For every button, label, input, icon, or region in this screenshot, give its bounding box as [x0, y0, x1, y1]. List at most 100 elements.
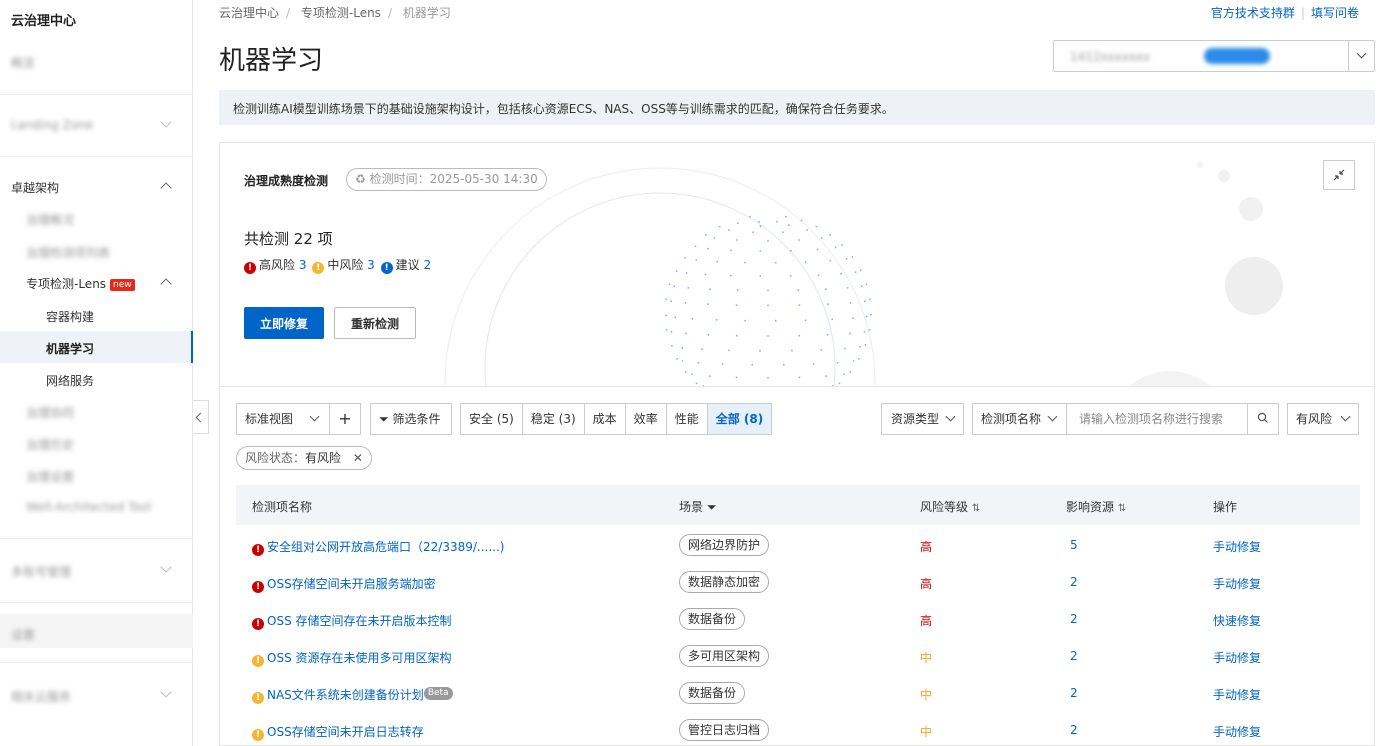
fix-now-button[interactable]: 立即修复	[244, 307, 324, 339]
check-item-link[interactable]: OSS存储空间未开启服务端加密	[267, 577, 436, 591]
sidebar-item-landing-zone[interactable]: Landing Zone	[11, 118, 93, 132]
risk-select[interactable]: 有风险	[1287, 403, 1359, 435]
action-link[interactable]: 快速修复	[1213, 612, 1261, 629]
sidebar-item-multi-account[interactable]: 多账号管理	[11, 563, 71, 580]
sidebar-item-ml[interactable]: 机器学习	[46, 340, 94, 357]
search-icon[interactable]	[1247, 403, 1279, 435]
row-name[interactable]: ! OSS 资源存在未使用多可用区架构	[252, 649, 452, 667]
mid-risk-icon: !	[252, 692, 264, 704]
chevron-up-icon[interactable]	[160, 278, 172, 290]
add-view-button[interactable]: +	[329, 403, 361, 435]
resource-count[interactable]: 2	[1070, 723, 1078, 737]
tab-all[interactable]: 全部 (8)	[707, 404, 772, 434]
sidebar-item-excellence[interactable]: 卓越架构	[11, 179, 59, 196]
sort-icon[interactable]: ⇅	[972, 503, 980, 514]
recheck-button[interactable]: 重新检测	[334, 307, 416, 339]
action-link[interactable]: 手动修复	[1213, 686, 1261, 703]
mid-risk-count[interactable]: 3	[367, 258, 375, 272]
sphere-dot	[836, 361, 839, 364]
col-scene[interactable]: 场景 ⏷	[679, 498, 716, 515]
sphere-dot	[852, 317, 854, 319]
resource-count[interactable]: 2	[1070, 575, 1078, 589]
sidebar-item-collab[interactable]: 治理协同	[26, 404, 74, 421]
row-name[interactable]: ! OSS存储空间未开启日志转存	[252, 723, 424, 741]
action-link[interactable]: 手动修复	[1213, 575, 1261, 592]
filter-icon[interactable]: ⏷	[707, 500, 717, 514]
view-select[interactable]: 标准视图	[236, 403, 330, 435]
sphere-dot	[697, 361, 700, 364]
tab-performance[interactable]: 性能	[667, 404, 708, 434]
sidebar-item-related[interactable]: 相关云服务	[11, 688, 71, 705]
chevron-down-icon[interactable]	[160, 116, 172, 128]
resource-type-select[interactable]: 资源类型	[881, 403, 964, 435]
search-input[interactable]: 请输入检测项名称进行搜索	[1066, 403, 1248, 435]
sphere-dot	[736, 289, 739, 291]
action-link[interactable]: 手动修复	[1213, 649, 1261, 666]
sidebar-item-wa-tool[interactable]: Well-Architected Tool	[26, 500, 151, 514]
sphere-dot	[849, 302, 852, 304]
sort-icon[interactable]: ⇅	[1118, 503, 1126, 514]
sphere-dot	[776, 220, 778, 223]
row-name[interactable]: ! 安全组对公网开放高危端口（22/3389/......)	[252, 538, 504, 556]
divider	[0, 538, 193, 539]
sphere-dot	[844, 347, 846, 350]
breadcrumb-item[interactable]: 云治理中心	[219, 6, 279, 20]
col-risk-label: 风险等级	[920, 500, 969, 514]
account-selector[interactable]: 1412xxxxxxx	[1053, 40, 1375, 72]
action-link[interactable]: 手动修复	[1213, 538, 1261, 555]
col-resources[interactable]: 影响资源 ⇅	[1066, 498, 1126, 515]
sidebar-item-settings[interactable]: 治理设置	[26, 468, 74, 485]
sphere-dot	[707, 333, 710, 336]
col-scene-label: 场景	[679, 500, 704, 514]
collapse-icon[interactable]	[1323, 160, 1355, 190]
filter-button[interactable]: ⏷ 筛选条件	[370, 403, 452, 435]
high-risk-count[interactable]: 3	[299, 258, 307, 272]
sidebar-item-lens[interactable]: 专项检测-Lens new	[26, 275, 135, 292]
check-item-link[interactable]: OSS 资源存在未使用多可用区架构	[267, 651, 452, 665]
sidebar-collapse-button[interactable]	[193, 400, 209, 434]
tab-stability[interactable]: 稳定 (3)	[523, 404, 585, 434]
col-risk[interactable]: 风险等级 ⇅	[920, 498, 980, 515]
resource-count[interactable]: 2	[1070, 686, 1078, 700]
check-item-link[interactable]: OSS存储空间未开启日志转存	[267, 725, 424, 739]
sidebar: 云治理中心 概览 Landing Zone 卓越架构 治理概况 治理检测项列表 …	[0, 0, 193, 746]
action-link[interactable]: 手动修复	[1213, 723, 1261, 740]
check-item-link[interactable]: 安全组对公网开放高危端口（22/3389/......)	[267, 540, 504, 554]
sidebar-item-network[interactable]: 网络服务	[46, 372, 94, 389]
sphere-dot	[838, 382, 841, 385]
survey-link[interactable]: 填写问卷	[1311, 6, 1359, 20]
sidebar-item-config[interactable]: 设置	[11, 626, 35, 643]
sidebar-item-overview[interactable]: 概览	[11, 54, 35, 71]
close-icon[interactable]: ✕	[353, 451, 363, 465]
sphere-dot	[694, 245, 697, 248]
suggestion-count[interactable]: 2	[423, 258, 431, 272]
check-item-link[interactable]: NAS文件系统未创建备份计划	[267, 688, 424, 702]
sphere-dot	[684, 371, 687, 373]
sidebar-item-governance-overview[interactable]: 治理概况	[26, 211, 74, 228]
row-name[interactable]: ! NAS文件系统未创建备份计划 Beta	[252, 686, 453, 704]
chevron-down-icon[interactable]	[1348, 41, 1374, 71]
sidebar-item-check-list[interactable]: 治理检测项列表	[26, 244, 110, 261]
sphere-dot	[767, 240, 769, 242]
support-group-link[interactable]: 官方技术支持群	[1211, 6, 1295, 20]
scene-tag: 数据备份	[679, 682, 746, 704]
tab-security[interactable]: 安全 (5)	[461, 404, 523, 434]
sidebar-item-history[interactable]: 治理历史	[26, 436, 74, 453]
chevron-down-icon	[1047, 411, 1058, 422]
resource-count[interactable]: 5	[1070, 538, 1078, 552]
row-name[interactable]: ! OSS 存储空间存在未开启版本控制	[252, 612, 452, 630]
sidebar-item-container[interactable]: 容器构建	[46, 308, 94, 325]
chevron-down-icon[interactable]	[160, 686, 172, 698]
search-field-select[interactable]: 检测项名称	[972, 403, 1067, 435]
chevron-up-icon[interactable]	[160, 182, 172, 194]
chevron-down-icon[interactable]	[160, 561, 172, 573]
breadcrumb-item[interactable]: 专项检测-Lens	[301, 6, 381, 20]
tab-cost[interactable]: 成本	[585, 404, 626, 434]
row-name[interactable]: ! OSS存储空间未开启服务端加密	[252, 575, 436, 593]
check-item-link[interactable]: OSS 存储空间存在未开启版本控制	[267, 614, 452, 628]
tab-efficiency[interactable]: 效率	[626, 404, 667, 434]
sphere-dot	[767, 377, 769, 379]
sphere-dot	[798, 304, 801, 306]
resource-count[interactable]: 2	[1070, 612, 1078, 626]
resource-count[interactable]: 2	[1070, 649, 1078, 663]
